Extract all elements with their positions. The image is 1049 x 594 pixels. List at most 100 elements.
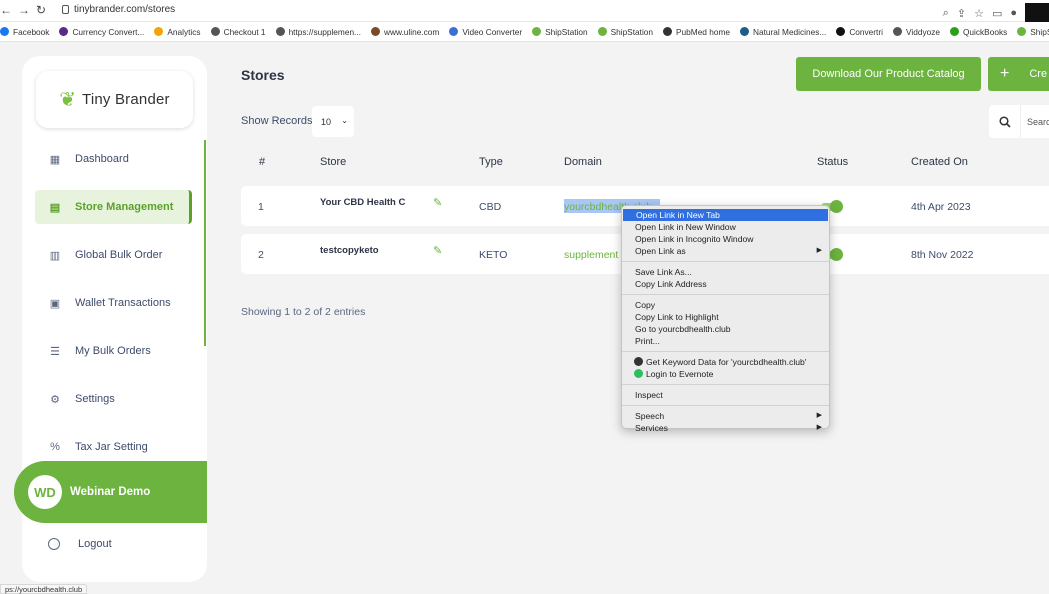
column-header-status[interactable]: Status: [817, 156, 848, 168]
menu-item-inspect[interactable]: Inspect: [622, 389, 829, 401]
bookmark-item[interactable]: Natural Medicines...: [739, 26, 827, 37]
bookmark-favicon-icon: [1017, 27, 1027, 36]
bookmark-label: Convertri: [849, 26, 883, 37]
showing-entries: Showing 1 to 2 of 2 entries: [241, 306, 366, 318]
window-controls[interactable]: [1025, 3, 1049, 23]
bookmark-item[interactable]: Checkout 1: [210, 27, 266, 37]
bookmark-item[interactable]: Convertri: [836, 27, 883, 37]
bookmark-favicon-icon: [949, 27, 959, 36]
bookmark-item[interactable]: Currency Convert...: [59, 27, 144, 37]
bookmark-item[interactable]: www.uline.com: [370, 27, 439, 37]
menu-item-open-link-in-incognito-window[interactable]: Open Link in Incognito Window: [622, 233, 829, 245]
menu-item-save-link-as[interactable]: Save Link As...: [622, 266, 829, 278]
records-value: 10: [321, 116, 332, 127]
sidebar-scrollbar[interactable]: [204, 140, 206, 346]
menu-separator: [622, 384, 829, 385]
bookmark-item[interactable]: Viddyoze: [892, 27, 940, 37]
address-text: tinybrander.com/stores: [74, 4, 176, 15]
column-header-domain[interactable]: Domain: [564, 156, 602, 168]
bookmark-favicon-icon: [210, 27, 220, 36]
bookmark-favicon-icon: [663, 27, 673, 36]
bookmark-item[interactable]: ShipStation: [597, 27, 653, 37]
menu-item-open-link-in-new-window[interactable]: Open Link in New Window: [622, 221, 829, 233]
extension-icon[interactable]: ▭: [992, 7, 1002, 20]
bookmark-favicon-icon: [154, 27, 164, 36]
bookmark-item[interactable]: QuickBooks: [949, 27, 1007, 37]
menu-item-label: Open Link in Incognito Window: [635, 234, 754, 244]
submenu-arrow-icon: ▶: [816, 412, 822, 419]
menu-item-open-link-as[interactable]: Open Link as ▶: [622, 245, 829, 257]
bookmark-item[interactable]: ShipStation: [532, 27, 588, 37]
bookmark-item[interactable]: https://supplemen...: [275, 27, 361, 37]
records-select[interactable]: 10 ⌄: [312, 106, 354, 137]
bookmark-favicon-icon: [59, 27, 69, 36]
bookmark-favicon-icon: [739, 27, 749, 36]
column-header-number[interactable]: #: [259, 156, 265, 168]
menu-separator: [622, 405, 829, 406]
sidebar-item-tax-jar-setting[interactable]: % Tax Jar Setting: [35, 430, 192, 464]
bookmark-label: Natural Medicines...: [752, 26, 827, 37]
bookmark-label: Analytics: [167, 26, 201, 37]
sidebar-item-dashboard[interactable]: ▦ Dashboard: [35, 142, 192, 176]
bookmark-item[interactable]: Facebook: [0, 27, 49, 37]
bookmark-item[interactable]: Analytics: [154, 26, 201, 37]
profile-icon[interactable]: ●: [1010, 7, 1017, 19]
power-icon: [48, 538, 60, 550]
sidebar-item-wallet-transactions[interactable]: ▣ Wallet Transactions: [35, 286, 192, 320]
menu-item-go-to-yourcbdhealth-club[interactable]: Go to yourcbdhealth.club: [622, 323, 829, 335]
plus-icon: +: [1000, 65, 1010, 82]
logout-button[interactable]: Logout: [35, 538, 112, 550]
domain-link[interactable]: supplement: [564, 249, 618, 261]
menu-separator: [622, 261, 829, 262]
sidebar-item-store-management[interactable]: ▤ Store Management: [35, 190, 192, 224]
menu-item-copy-link-address[interactable]: Copy Link Address: [622, 278, 829, 290]
bookmark-label: PubMed home: [676, 26, 730, 37]
back-icon[interactable]: ←: [0, 3, 12, 17]
bookmark-favicon-icon: [449, 27, 459, 36]
menu-item-label: Open Link in New Window: [635, 222, 736, 232]
create-store-button[interactable]: + Cre: [988, 57, 1049, 91]
address-bar[interactable]: tinybrander.com/stores: [60, 4, 175, 15]
sidebar-item-settings[interactable]: ⚙ Settings: [35, 382, 192, 416]
sidebar-item-label: Store Management: [75, 201, 174, 213]
submenu-arrow-icon: ▶: [816, 424, 822, 431]
menu-item-open-link-in-new-tab[interactable]: Open Link in New Tab: [623, 209, 828, 221]
share-icon[interactable]: ⇪: [957, 7, 966, 20]
bookmark-favicon-icon: [836, 27, 846, 36]
forward-icon[interactable]: →: [18, 3, 30, 17]
bookmark-star-icon[interactable]: ☆: [974, 7, 984, 20]
menu-item-get-keyword-data-for-yourcbdhealth-club[interactable]: Get Keyword Data for 'yourcbdhealth.club…: [622, 356, 829, 368]
user-name: Webinar Demo: [70, 486, 151, 498]
search-button[interactable]: [989, 105, 1021, 138]
column-header-type[interactable]: Type: [479, 156, 503, 168]
bookmark-item[interactable]: PubMed home: [663, 27, 730, 37]
menu-item-print[interactable]: Print...: [622, 335, 829, 347]
edit-icon[interactable]: ✎: [433, 244, 442, 257]
search-input[interactable]: Searc: [1021, 105, 1049, 138]
brand-logo[interactable]: ❦ Tiny Brander: [36, 71, 193, 128]
menu-item-login-to-evernote[interactable]: Login to Evernote: [622, 368, 829, 380]
user-card[interactable]: WD Webinar Demo: [14, 461, 207, 523]
menu-item-label: Login to Evernote: [646, 369, 714, 379]
menu-item-copy[interactable]: Copy: [622, 299, 829, 311]
bookmark-item[interactable]: Video Converter: [449, 27, 522, 37]
download-catalog-button[interactable]: Download Our Product Catalog: [796, 57, 981, 91]
edit-icon[interactable]: ✎: [433, 196, 442, 209]
column-header-store[interactable]: Store: [320, 156, 346, 168]
bookmark-item[interactable]: ShipS: [1017, 27, 1049, 37]
menu-item-services[interactable]: Services ▶: [622, 422, 829, 434]
reload-icon[interactable]: ↻: [36, 3, 46, 17]
boxes-icon: ▥: [49, 249, 61, 262]
row-number: 2: [258, 249, 264, 261]
created-on: 8th Nov 2022: [911, 249, 974, 261]
bookmark-favicon-icon: [597, 27, 607, 36]
menu-item-speech[interactable]: Speech ▶: [622, 410, 829, 422]
sidebar-item-global-bulk-order[interactable]: ▥ Global Bulk Order: [35, 238, 192, 272]
leaf-icon: ❦: [59, 89, 77, 111]
zoom-icon[interactable]: ⌕: [943, 7, 949, 20]
sidebar-item-my-bulk-orders[interactable]: ☰ My Bulk Orders: [35, 334, 192, 368]
bookmark-label: Currency Convert...: [72, 26, 145, 37]
menu-item-copy-link-to-highlight[interactable]: Copy Link to Highlight: [622, 311, 829, 323]
menu-item-label: Open Link as: [635, 246, 686, 256]
column-header-created[interactable]: Created On: [911, 156, 968, 168]
